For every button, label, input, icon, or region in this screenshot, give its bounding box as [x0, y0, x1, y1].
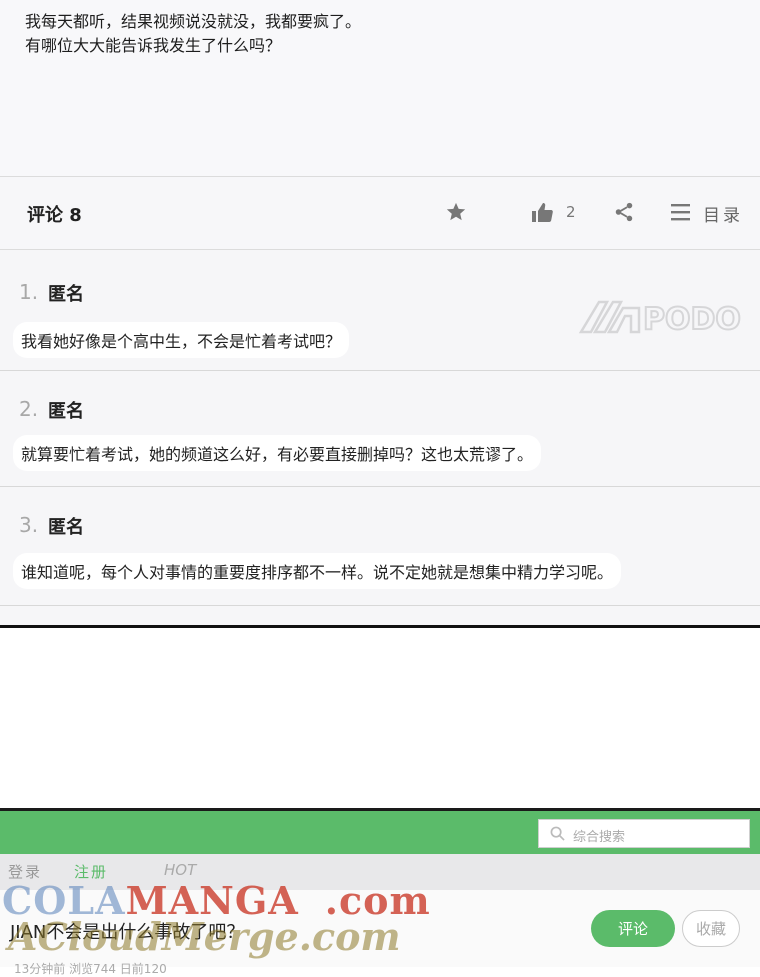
search-placeholder: 综合搜索 [573, 830, 626, 845]
comment-toolbar: 评论 8 2 目录 [0, 177, 760, 250]
star-icon[interactable] [445, 201, 467, 227]
podo-watermark-logo: PODO [578, 300, 742, 334]
post-text-line-1: 我每天都听，结果视频说没就没，我都要疯了。 [25, 12, 362, 31]
comment-text: 谁知道呢，每个人对事情的重要度排序都不一样。说不定她就是想集中精力学习呢。 [13, 553, 622, 589]
thumbs-up-icon[interactable] [530, 201, 554, 229]
comment-author: 匿名 [48, 517, 84, 538]
podo-watermark-text: PODO [643, 302, 741, 334]
toc-button[interactable]: 目录 [703, 201, 743, 226]
comment-item: 2. 匿名 就算要忙着考试，她的频道这么好，有必要直接删掉吗？这也太荒谬了。 [0, 371, 760, 487]
like-count: 2 [566, 203, 576, 221]
comment-button[interactable]: 评论 [591, 910, 675, 947]
forum-header: 综合搜索 [0, 808, 760, 854]
comment-text: 就算要忙着考试，她的频道这么好，有必要直接删掉吗？这也太荒谬了。 [13, 435, 542, 471]
favorite-button[interactable]: 收藏 [682, 910, 740, 947]
comment-author: 匿名 [48, 401, 84, 422]
nav-hot[interactable]: HOT [164, 861, 196, 879]
comment-item: 3. 匿名 谁知道呢，每个人对事情的重要度排序都不一样。说不定她就是想集中精力学… [0, 487, 760, 606]
comment-number: 1. [19, 280, 39, 304]
comment-number: 2. [19, 397, 39, 421]
page-divider [0, 625, 760, 628]
comment-count: 评论 8 [27, 205, 82, 226]
thread-meta: 13分钟前 浏览744 日前120 [14, 962, 167, 976]
search-input[interactable]: 综合搜索 [538, 819, 750, 848]
comment-text: 我看她好像是个高中生，不会是忙着考试吧？ [13, 322, 350, 358]
acloudmerge-watermark: ACloudMerge.com [8, 914, 401, 959]
share-icon[interactable] [613, 201, 635, 227]
comment-author: 匿名 [48, 284, 84, 305]
search-icon [550, 826, 565, 845]
comment-number: 3. [19, 513, 39, 537]
post-body: 我每天都听，结果视频说没就没，我都要疯了。 有哪位大大能告诉我发生了什么吗？ [0, 0, 760, 177]
list-icon[interactable] [670, 202, 692, 226]
post-text-line-2: 有哪位大大能告诉我发生了什么吗？ [25, 36, 282, 55]
